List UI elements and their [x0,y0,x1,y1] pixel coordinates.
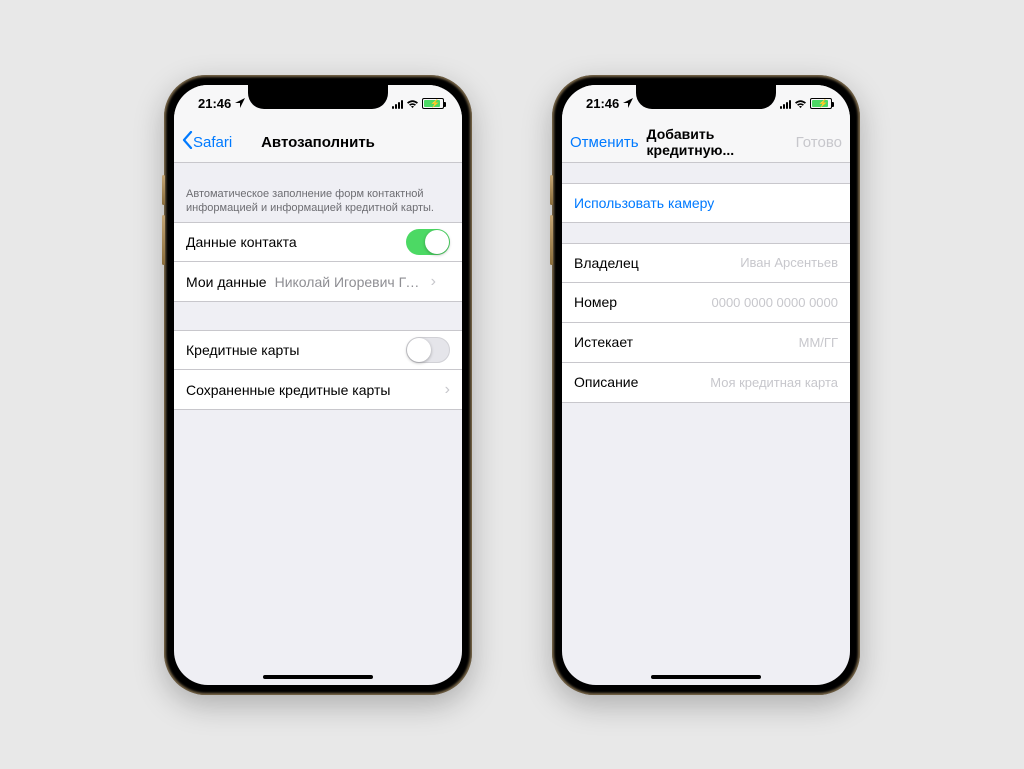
field-label: Истекает [574,334,633,350]
row-number[interactable]: Номер 0000 0000 0000 0000 [562,283,850,323]
notch [636,85,776,109]
status-time: 21:46 [198,96,231,111]
field-label: Владелец [574,255,639,271]
section-footer-note: Автоматическое заполнение форм контактно… [174,163,462,223]
field-label: Номер [574,294,617,310]
phone-right: 21:46 ⚡ Отменить Добавить кредитную... Г… [552,75,860,695]
screen-left: 21:46 ⚡ Safari Автозаполнить Автоматичес… [174,85,462,685]
row-value: Николай Игоревич Грица... [275,274,425,290]
location-icon [235,96,245,111]
battery-icon: ⚡ [810,98,832,109]
notch [248,85,388,109]
toggle-credit-cards[interactable] [406,337,450,363]
field-label: Описание [574,374,638,390]
row-label: Данные контакта [186,234,297,250]
toggle-contact-data[interactable] [406,229,450,255]
cellular-icon [392,99,403,109]
row-use-camera[interactable]: Использовать камеру [562,183,850,223]
nav-title: Автозаполнить [261,134,375,151]
row-owner[interactable]: Владелец Иван Арсентьев [562,243,850,283]
row-expires[interactable]: Истекает ММ/ГГ [562,323,850,363]
row-credit-cards[interactable]: Кредитные карты [174,330,462,370]
content: Использовать камеру Владелец Иван Арсент… [562,163,850,403]
wifi-icon [794,99,807,109]
phone-left: 21:46 ⚡ Safari Автозаполнить Автоматичес… [164,75,472,695]
row-label: Сохраненные кредитные карты [186,382,390,398]
location-icon [623,96,633,111]
wifi-icon [406,99,419,109]
back-button[interactable]: Safari [182,131,232,153]
screen-right: 21:46 ⚡ Отменить Добавить кредитную... Г… [562,85,850,685]
nav-title: Добавить кредитную... [647,126,796,158]
home-indicator[interactable] [263,675,373,679]
row-saved-cards[interactable]: Сохраненные кредитные карты › [174,370,462,410]
cellular-icon [780,99,791,109]
nav-bar: Safari Автозаполнить [174,123,462,163]
row-label: Использовать камеру [574,195,714,211]
row-label: Кредитные карты [186,342,299,358]
status-time: 21:46 [586,96,619,111]
row-contact-data[interactable]: Данные контакта [174,222,462,262]
field-placeholder: 0000 0000 0000 0000 [711,295,838,310]
row-desc[interactable]: Описание Моя кредитная карта [562,363,850,403]
done-button[interactable]: Готово [796,134,842,151]
nav-bar: Отменить Добавить кредитную... Готово [562,123,850,163]
field-placeholder: ММ/ГГ [799,335,838,350]
chevron-left-icon [182,131,193,153]
row-label: Мои данные [186,274,267,290]
battery-icon: ⚡ [422,98,444,109]
chevron-right-icon: › [445,381,450,399]
content: Автоматическое заполнение форм контактно… [174,163,462,411]
field-placeholder: Иван Арсентьев [740,255,838,270]
cancel-button[interactable]: Отменить [570,134,639,151]
chevron-right-icon: › [431,273,436,291]
row-my-data[interactable]: Мои данные Николай Игоревич Грица... › [174,262,462,302]
back-label: Safari [193,134,232,151]
field-placeholder: Моя кредитная карта [710,375,838,390]
home-indicator[interactable] [651,675,761,679]
